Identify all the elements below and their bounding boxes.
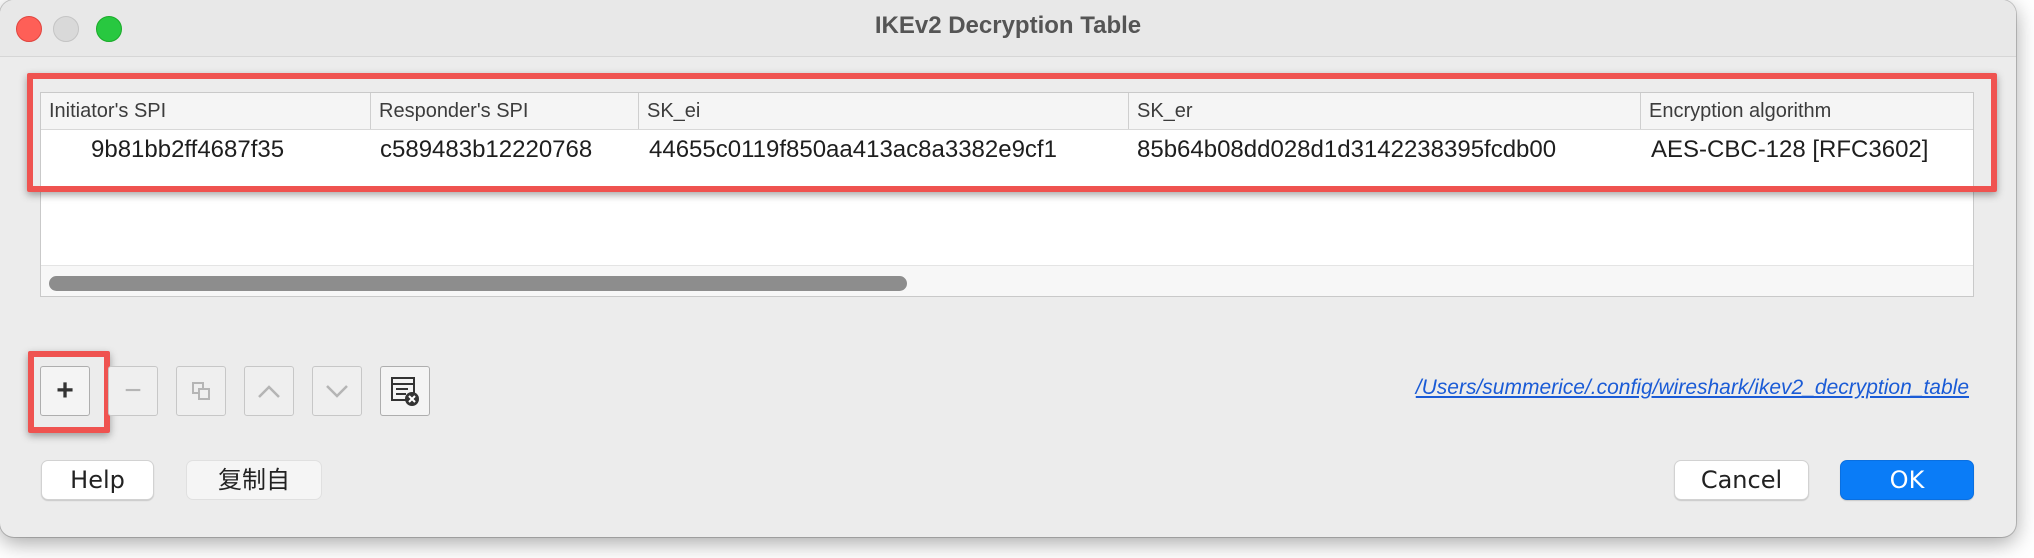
column-header-sk-ei[interactable]: SK_ei	[639, 93, 1129, 129]
cell-initiator-spi[interactable]: 9b81bb2ff4687f35	[91, 130, 284, 170]
help-button[interactable]: Help	[41, 460, 154, 500]
column-header-encryption-algorithm[interactable]: Encryption algorithm	[1641, 93, 1973, 129]
cell-sk-ei[interactable]: 44655c0119f850aa413ac8a3382e9cf1	[649, 130, 1057, 170]
decryption-table: Initiator's SPI Responder's SPI SK_ei SK…	[40, 92, 1974, 297]
chevron-down-icon	[326, 385, 348, 398]
move-down-button[interactable]	[312, 366, 362, 416]
config-file-path-link[interactable]: /Users/summerice/.config/wireshark/ikev2…	[1416, 376, 1969, 400]
scrollbar-thumb[interactable]	[49, 276, 907, 291]
horizontal-scrollbar[interactable]	[41, 265, 1973, 296]
dialog-window: IKEv2 Decryption Table Initiator's SPI R…	[0, 0, 2016, 537]
clear-list-icon	[391, 377, 419, 406]
table-header: Initiator's SPI Responder's SPI SK_ei SK…	[41, 93, 1973, 130]
chevron-up-icon	[258, 385, 280, 398]
clear-table-button[interactable]	[380, 366, 430, 416]
plus-icon: +	[56, 374, 74, 407]
column-header-sk-er[interactable]: SK_er	[1129, 93, 1641, 129]
table-row[interactable]: 9b81bb2ff4687f35 c589483b12220768 44655c…	[41, 130, 1973, 170]
column-header-responder-spi[interactable]: Responder's SPI	[371, 93, 639, 129]
cell-encryption-algorithm[interactable]: AES-CBC-128 [RFC3602]	[1651, 130, 1928, 170]
title-bar: IKEv2 Decryption Table	[0, 0, 2016, 57]
copy-entry-button[interactable]	[176, 366, 226, 416]
cell-sk-er[interactable]: 85b64b08dd028d1d3142238395fcdb00	[1137, 130, 1556, 170]
copy-icon	[192, 382, 210, 400]
column-header-initiator-spi[interactable]: Initiator's SPI	[41, 93, 371, 129]
copy-from-button[interactable]: 复制自	[186, 460, 322, 500]
minus-icon: −	[124, 374, 142, 407]
add-entry-button[interactable]: +	[40, 366, 90, 416]
move-up-button[interactable]	[244, 366, 294, 416]
window-title: IKEv2 Decryption Table	[874, 12, 1142, 39]
ok-button[interactable]: OK	[1840, 460, 1974, 500]
cell-responder-spi[interactable]: c589483b12220768	[380, 130, 592, 170]
cancel-button[interactable]: Cancel	[1674, 460, 1809, 500]
remove-entry-button[interactable]: −	[108, 366, 158, 416]
